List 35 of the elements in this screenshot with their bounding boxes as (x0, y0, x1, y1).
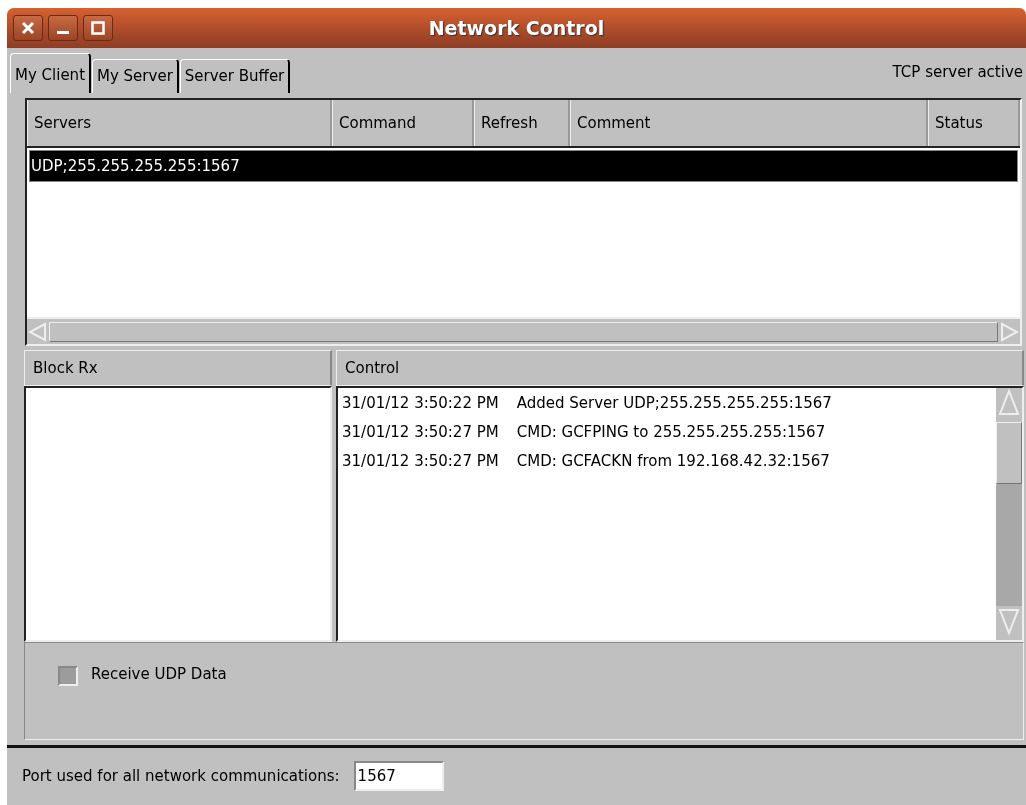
port-field[interactable]: 1567 (353, 761, 444, 791)
tab[interactable]: Server Buffer (179, 59, 291, 93)
server-status: TCP server active (892, 63, 1023, 83)
log-time: 31/01/12 3:50:22 PM (342, 394, 499, 412)
vertical-scrollbar[interactable] (996, 388, 1022, 640)
column-header[interactable]: Comment (570, 100, 928, 146)
horizontal-scrollbar[interactable] (27, 317, 1020, 344)
log-message: CMD: GCFPING to 255.255.255.255:1567 (516, 423, 826, 441)
checkbox[interactable] (58, 666, 78, 686)
column-header[interactable]: Servers (27, 100, 332, 146)
log-message: Added Server UDP;255.255.255.255:1567 (516, 394, 832, 412)
minimize-icon (57, 30, 69, 34)
tab[interactable]: My Client (10, 53, 91, 93)
close-button[interactable] (13, 15, 43, 41)
up-arrow-icon (996, 388, 1022, 418)
scrollbar-thumb[interactable] (996, 422, 1022, 484)
right-arrow-icon (998, 321, 1020, 342)
log-message: CMD: GCFACKN from 192.168.42.32:1567 (516, 452, 830, 470)
scrollbar-thumb[interactable] (49, 321, 998, 342)
window-title: Network Control (428, 17, 605, 39)
maximize-button[interactable] (83, 15, 113, 41)
column-header[interactable]: Refresh (474, 100, 570, 146)
column-header[interactable]: Status (928, 100, 1020, 146)
down-arrow-icon (996, 606, 1022, 636)
maximize-icon (91, 21, 105, 35)
port-label: Port used for all network communications: (22, 767, 340, 785)
tab[interactable]: My Server (92, 59, 179, 93)
table-row[interactable]: UDP;255.255.255.255:1567 (29, 150, 1018, 182)
log-time: 31/01/12 3:50:27 PM (342, 452, 499, 470)
column-header[interactable]: Command (332, 100, 474, 146)
log-time: 31/01/12 3:50:27 PM (342, 423, 499, 441)
minimize-button[interactable] (48, 15, 78, 41)
left-arrow-icon (27, 321, 49, 342)
checkbox-label: Receive UDP Data (91, 665, 227, 683)
close-icon (21, 21, 35, 35)
